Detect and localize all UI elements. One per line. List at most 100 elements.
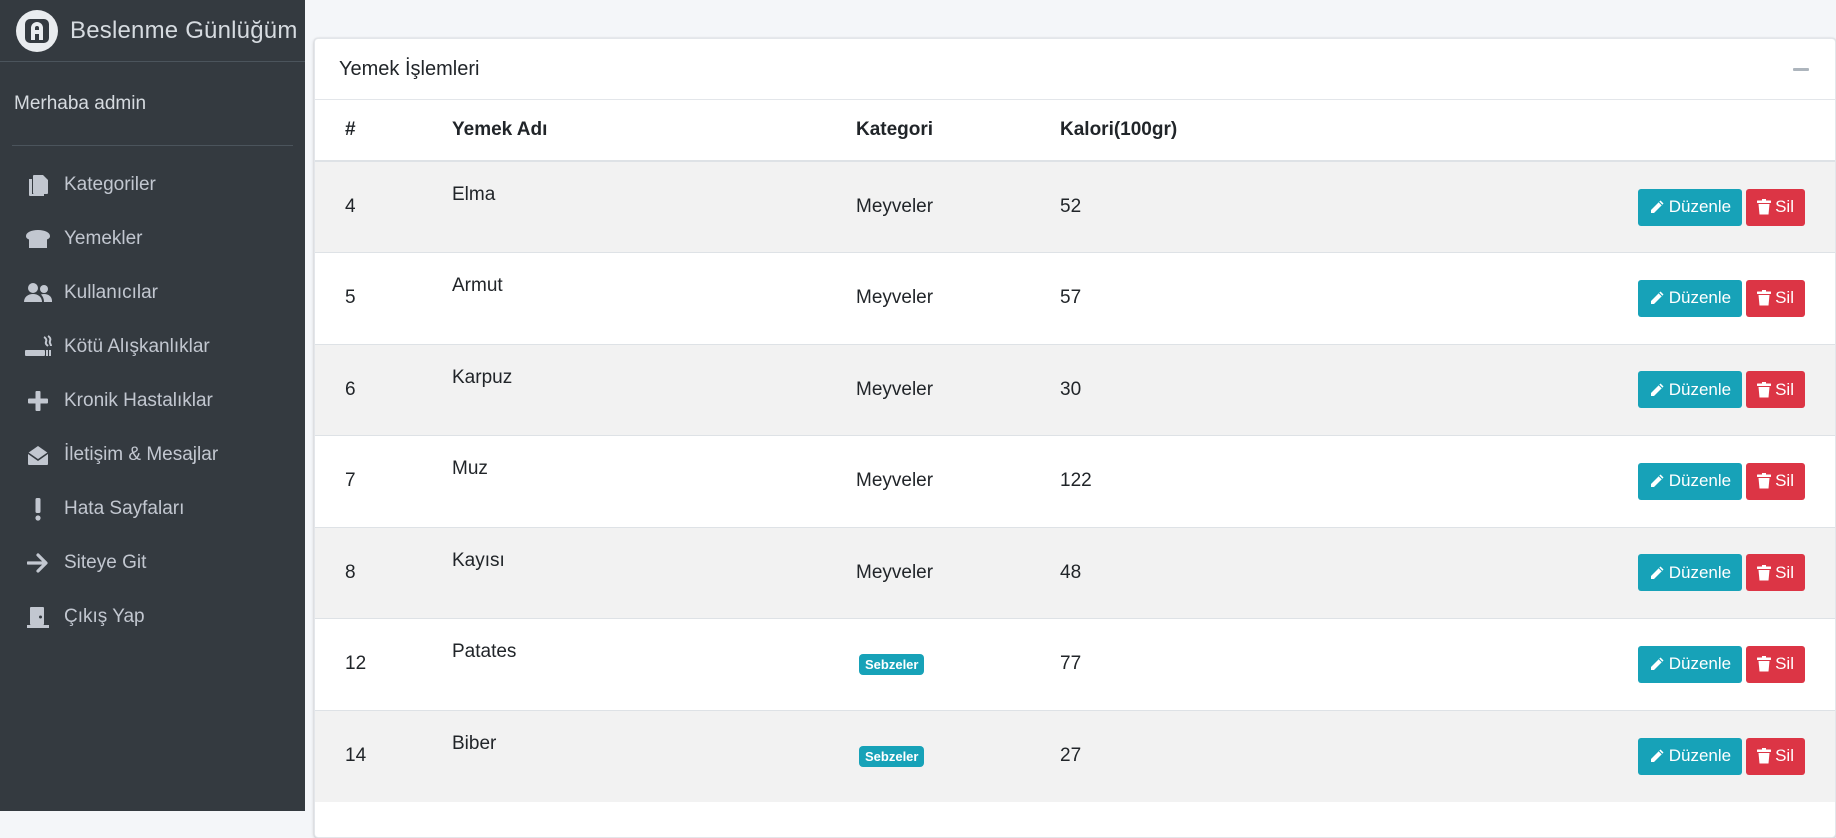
- sidebar-item-label: Kullanıcılar: [64, 282, 158, 303]
- cell-calorie: 27: [1060, 709, 1560, 802]
- cell-id: 4: [315, 160, 452, 253]
- sidebar-item-label: İletişim & Mesajlar: [64, 444, 219, 465]
- edit-button[interactable]: Düzenle: [1637, 554, 1743, 592]
- user-greeting[interactable]: Merhaba admin: [14, 93, 146, 115]
- edit-button[interactable]: Düzenle: [1637, 371, 1743, 409]
- cell-id: 7: [315, 435, 452, 527]
- pencil-icon: [1650, 291, 1664, 305]
- table-header-row: # Yemek Adı Kategori Kalori(100gr): [315, 100, 1835, 162]
- card-title: Yemek İşlemleri: [339, 57, 480, 80]
- sidebar-item-label: Çıkış Yap: [64, 606, 145, 627]
- sidebar-item-siteye-git[interactable]: Siteye Git: [0, 536, 305, 590]
- edit-button-label: Düzenle: [1668, 471, 1732, 491]
- sidebar-item-label: Siteye Git: [64, 552, 147, 573]
- sidebar-item-label: Hata Sayfaları: [64, 498, 185, 519]
- pencil-icon: [1650, 200, 1664, 213]
- pencil-icon: [1650, 749, 1664, 762]
- pencil-icon: [1650, 474, 1664, 488]
- delete-button[interactable]: Sil: [1746, 188, 1805, 226]
- category-badge: Sebzeler: [859, 654, 925, 676]
- trash-icon: [1757, 199, 1772, 215]
- sidebar-item-iletisim-mesajlar[interactable]: İletişim & Mesajlar: [0, 428, 305, 482]
- table-body: 4 Elma Meyveler 52 Düzenle Sil 5 Armut M…: [315, 160, 1835, 802]
- table-row: 4 Elma Meyveler 52 Düzenle Sil: [315, 160, 1835, 253]
- trash-icon: [1757, 748, 1772, 764]
- delete-button-label: Sil: [1775, 379, 1794, 399]
- sidebar-item-kotu-aliskanliklar[interactable]: Kötü Alışkanlıklar: [0, 320, 305, 374]
- cell-calorie: 122: [1060, 435, 1560, 527]
- category-badge: Sebzeler: [859, 746, 925, 767]
- envelope-open-icon: [24, 441, 52, 469]
- cell-calorie: 52: [1060, 160, 1560, 253]
- edit-button[interactable]: Düzenle: [1637, 279, 1743, 317]
- edit-button[interactable]: Düzenle: [1637, 645, 1743, 683]
- cell-id: 8: [315, 526, 452, 619]
- cell-name: Biber: [452, 709, 856, 802]
- cell-actions: Düzenle Sil: [1560, 160, 1835, 253]
- edit-button[interactable]: Düzenle: [1637, 462, 1743, 500]
- sidebar-item-label: Kötü Alışkanlıklar: [64, 336, 210, 357]
- food-card: Yemek İşlemleri # Yemek Adı Kategori Kal…: [314, 38, 1836, 838]
- sidebar-item-label: Kronik Hastalıklar: [64, 390, 213, 411]
- brand[interactable]: Beslenme Günlüğüm: [0, 0, 305, 62]
- table-row: 7 Muz Meyveler 122 Düzenle Sil: [315, 435, 1835, 527]
- cell-id: 12: [315, 618, 452, 710]
- delete-button[interactable]: Sil: [1746, 554, 1805, 592]
- edit-button-label: Düzenle: [1668, 746, 1732, 765]
- edit-button-label: Düzenle: [1668, 288, 1732, 308]
- food-table: # Yemek Adı Kategori Kalori(100gr) 4 Elm…: [315, 100, 1835, 802]
- main-content: Yemek İşlemleri # Yemek Adı Kategori Kal…: [305, 0, 1836, 838]
- table-row: 14 Biber Sebzeler 27 Düzenle Sil: [315, 709, 1835, 802]
- sidebar-item-yemekler[interactable]: Yemekler: [0, 212, 305, 266]
- cell-id: 6: [315, 343, 452, 436]
- cell-name: Armut: [452, 252, 856, 344]
- edit-button-label: Düzenle: [1668, 562, 1732, 582]
- cell-actions: Düzenle Sil: [1560, 618, 1835, 710]
- delete-button[interactable]: Sil: [1746, 371, 1805, 409]
- delete-button[interactable]: Sil: [1746, 737, 1805, 775]
- cell-id: 14: [315, 709, 452, 802]
- delete-button-label: Sil: [1775, 288, 1794, 308]
- sidebar-item-label: Yemekler: [64, 228, 143, 249]
- trash-icon: [1757, 381, 1772, 398]
- delete-button-label: Sil: [1775, 197, 1794, 216]
- cell-category: Meyveler: [856, 343, 1060, 436]
- sidebar-item-label: Kategoriler: [64, 174, 156, 195]
- sidebar-item-hata-sayfalari[interactable]: Hata Sayfaları: [0, 482, 305, 536]
- collapse-button[interactable]: [1791, 59, 1811, 79]
- delete-button[interactable]: Sil: [1746, 462, 1805, 500]
- cell-actions: Düzenle Sil: [1560, 252, 1835, 344]
- table-row: 12 Patates Sebzeler 77 Düzenle Sil: [315, 618, 1835, 710]
- cell-name: Muz: [452, 435, 856, 527]
- sidebar-item-kullanicilar[interactable]: Kullanıcılar: [0, 266, 305, 320]
- delete-button[interactable]: Sil: [1746, 645, 1805, 683]
- cell-calorie: 30: [1060, 343, 1560, 436]
- users-icon: [24, 279, 52, 307]
- sidebar-item-kronik-hastaliklar[interactable]: Kronik Hastalıklar: [0, 374, 305, 428]
- sidebar-item-kategoriler[interactable]: Kategoriler: [0, 158, 305, 212]
- plus-icon: [24, 387, 52, 415]
- cell-id: 5: [315, 252, 452, 344]
- trash-icon: [1757, 473, 1772, 489]
- smoking-icon: [24, 333, 52, 361]
- pencil-icon: [1650, 657, 1664, 671]
- trash-icon: [1757, 564, 1772, 581]
- column-header-actions: [1560, 100, 1835, 162]
- cell-category: Sebzeler: [856, 618, 1060, 710]
- delete-button[interactable]: Sil: [1746, 279, 1805, 317]
- edit-button[interactable]: Düzenle: [1637, 737, 1743, 775]
- sidebar-item-cikis-yap[interactable]: Çıkış Yap: [0, 590, 305, 644]
- sidebar: Beslenme Günlüğüm Merhaba admin Kategori…: [0, 0, 305, 811]
- brand-logo-icon: [16, 9, 58, 52]
- column-header-category: Kategori: [856, 100, 1060, 162]
- trash-icon: [1757, 290, 1772, 306]
- edit-button-label: Düzenle: [1668, 654, 1732, 674]
- column-header-id: #: [315, 100, 452, 162]
- cell-name: Elma: [452, 160, 856, 253]
- cell-category: Meyveler: [856, 435, 1060, 527]
- minus-icon: [1793, 67, 1809, 71]
- edit-button[interactable]: Düzenle: [1637, 188, 1743, 226]
- delete-button-label: Sil: [1775, 562, 1794, 582]
- cell-name: Kayısı: [452, 526, 856, 619]
- cell-actions: Düzenle Sil: [1560, 343, 1835, 436]
